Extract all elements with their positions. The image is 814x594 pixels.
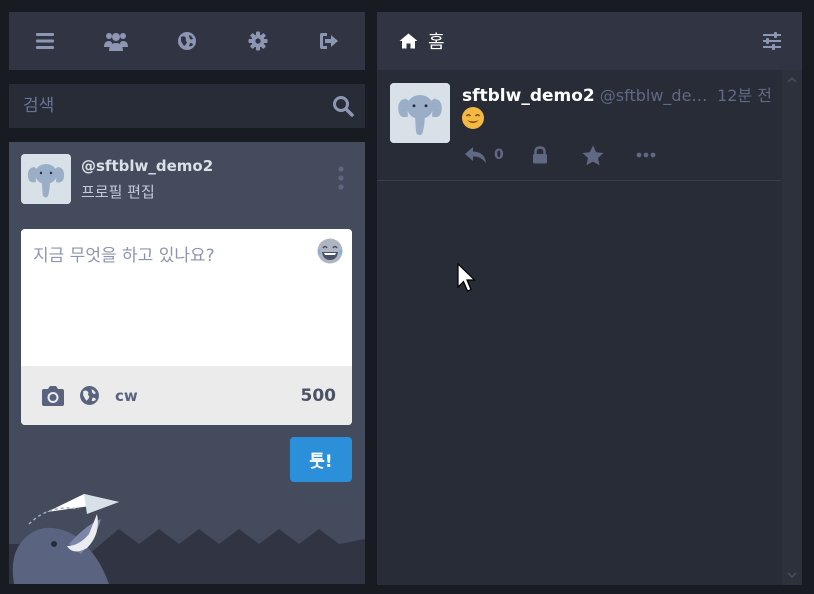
logout-button[interactable] (311, 23, 347, 59)
navigation-bar-account: @sftblw_demo2 프로필 편집 (21, 154, 351, 206)
upload-media-button[interactable] (39, 382, 67, 410)
status-action-bar: 0 (464, 140, 656, 170)
edit-profile-link[interactable]: 프로필 편집 (81, 181, 155, 202)
reply-icon (465, 147, 486, 163)
search-box (9, 84, 365, 128)
boost-disabled-button[interactable] (532, 146, 548, 164)
reply-button[interactable]: 0 (464, 145, 504, 165)
home-column: 홈 sftblw_demo2 @sftblw_dem 12분 전 0 (377, 12, 802, 585)
drawer-nav-bar (9, 12, 365, 70)
sliders-icon (763, 32, 781, 50)
elephant-avatar-icon (21, 154, 71, 204)
preferences-button[interactable] (240, 23, 276, 59)
favourite-button[interactable] (582, 145, 604, 166)
column-title: 홈 (428, 32, 445, 53)
status-acct[interactable]: @sftblw_demo2 (600, 86, 713, 105)
reply-count: 0 (494, 147, 504, 163)
lock-icon (532, 146, 547, 164)
more-options-button[interactable] (636, 152, 656, 158)
scroll-up-arrow-icon[interactable] (786, 74, 798, 86)
logout-icon (320, 33, 339, 49)
menu-button[interactable] (27, 23, 63, 59)
status-content (461, 106, 485, 130)
home-icon (399, 33, 418, 49)
drawer-mascot-illustration (9, 484, 365, 584)
elephant-avatar-icon (390, 83, 450, 143)
status-display-name[interactable]: sftblw_demo2 (462, 86, 595, 106)
smiling-emoji-icon (462, 107, 484, 129)
emoji-picker-button[interactable] (316, 237, 344, 265)
globe-icon (177, 32, 196, 50)
column-header[interactable]: 홈 (377, 12, 802, 70)
star-icon (582, 145, 604, 165)
character-counter: 500 (300, 385, 337, 406)
privacy-dropdown-button[interactable] (75, 382, 103, 410)
search-input[interactable] (9, 84, 321, 128)
people-icon (103, 33, 128, 51)
scroll-down-arrow-icon[interactable] (786, 569, 798, 581)
content-warning-toggle[interactable]: cw (115, 387, 138, 405)
status-avatar[interactable] (390, 83, 450, 143)
horizontal-dots-icon (636, 152, 656, 158)
account-handle[interactable]: @sftblw_demo2 (81, 157, 213, 175)
local-timeline-button[interactable] (98, 23, 134, 59)
globe-icon (79, 386, 99, 405)
account-menu-button[interactable] (331, 164, 351, 192)
vertical-dots-icon (338, 166, 344, 190)
compose-panel: @sftblw_demo2 프로필 편집 지금 무엇을 하고 있나요? cw 5… (9, 142, 365, 584)
search-button[interactable] (321, 84, 365, 128)
status-timestamp[interactable]: 12분 전 (717, 82, 772, 106)
account-avatar[interactable] (21, 154, 71, 204)
status-header: sftblw_demo2 @sftblw_demo2 12분 전 (462, 82, 772, 106)
column-scrollbar[interactable] (782, 70, 802, 585)
federated-timeline-button[interactable] (169, 23, 205, 59)
compose-form: cw 500 (21, 229, 352, 425)
compose-textarea[interactable] (21, 229, 352, 366)
menu-icon (35, 33, 54, 49)
mastodon-mascot-illustration (9, 494, 365, 584)
status-item[interactable]: sftblw_demo2 @sftblw_demo2 12분 전 0 (377, 70, 781, 181)
column-settings-button[interactable] (758, 27, 786, 55)
search-icon (333, 96, 354, 117)
camera-icon (42, 385, 64, 406)
compose-toolbar: cw 500 (21, 366, 352, 425)
gear-icon (248, 31, 268, 51)
toot-button[interactable]: 툿! (290, 437, 352, 482)
laughing-emoji-icon (317, 238, 343, 264)
